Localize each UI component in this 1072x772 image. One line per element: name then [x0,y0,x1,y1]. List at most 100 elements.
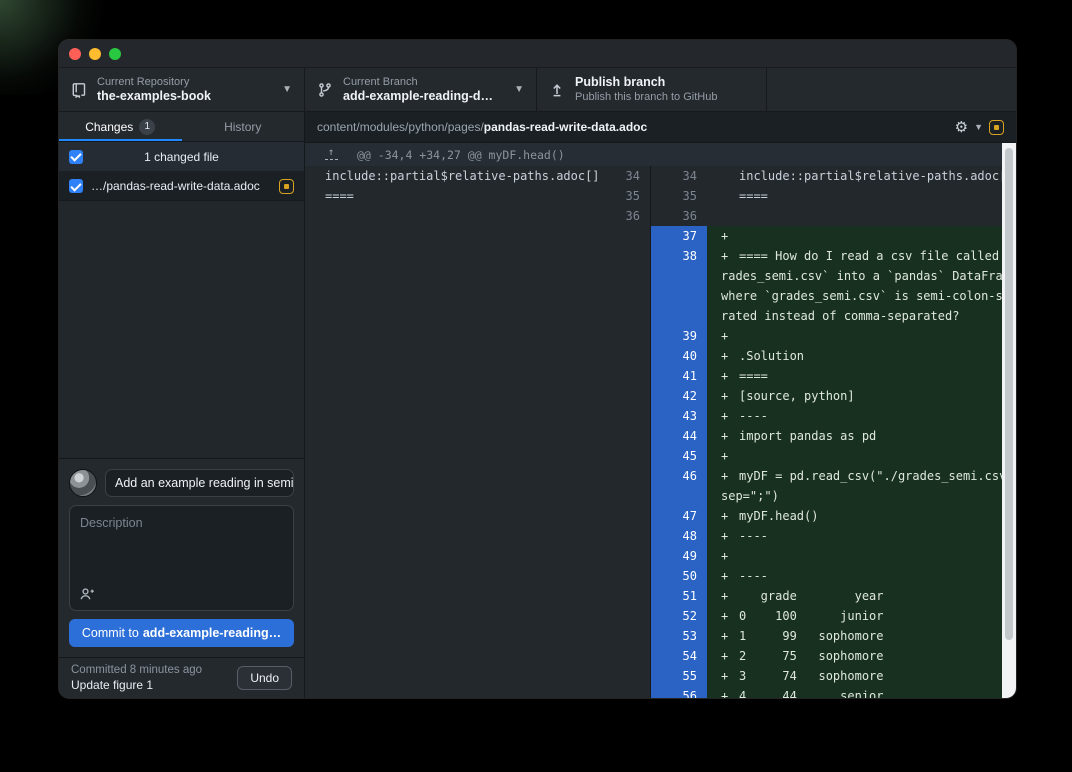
new-line-text: +---- [707,406,1002,426]
diff-row[interactable]: 44+import pandas as pd [305,426,1002,446]
minimize-window-button[interactable] [89,48,101,60]
diff-row[interactable]: 56+4 44 senior [305,686,1002,698]
new-line-number: 38 [650,246,707,266]
added-line-plus-sign: + [721,326,728,346]
branch-text: Current Branch add-example-reading-d… [343,76,508,104]
old-line-text [305,526,597,546]
diff-row[interactable]: 52+0 100 junior [305,606,1002,626]
current-branch-dropdown[interactable]: Current Branch add-example-reading-d… ▼ [305,68,537,111]
added-line-plus-sign: + [721,686,728,698]
diff-row[interactable]: 48+---- [305,526,1002,546]
commit-summary-input[interactable]: Add an example reading in semi-c [105,469,294,497]
diff-scrollbar-thumb[interactable] [1005,148,1013,640]
chevron-down-icon[interactable]: ▼ [974,122,983,132]
new-line-text: +0 100 junior [707,606,1002,626]
old-line-number [597,546,650,566]
old-line-number [597,246,650,266]
diff-header-actions: ⚙ ▼ [955,120,1004,135]
branch-name: add-example-reading-d… [343,89,508,104]
old-line-number [597,626,650,646]
old-line-text [305,566,597,586]
commit-description-input[interactable]: Description [69,505,294,611]
old-line-text [305,226,597,246]
diff-row[interactable]: 51+ grade year [305,586,1002,606]
old-line-number [597,466,650,486]
publish-branch-button[interactable]: Publish branch Publish this branch to Gi… [537,68,767,111]
diff-row[interactable]: 53+1 99 sophomore [305,626,1002,646]
added-line-plus-sign: + [721,226,728,246]
diff-row[interactable]: rades_semi.csv` into a `pandas` DataFram… [305,266,1002,286]
diff-row[interactable]: include::partial$relative-paths.adoc[]34… [305,166,1002,186]
diff-row[interactable]: 50+---- [305,566,1002,586]
main-content: Changes 1 History 1 changed file …/panda… [59,112,1016,698]
old-line-text [305,486,597,506]
new-line-number: 46 [650,466,707,486]
diff-row[interactable]: 3636 [305,206,1002,226]
old-line-text [305,466,597,486]
old-line-number [597,506,650,526]
diff-row[interactable]: sep=";") [305,486,1002,506]
new-line-number: 54 [650,646,707,666]
diff-row[interactable]: 39+ [305,326,1002,346]
diff-row[interactable]: 43+---- [305,406,1002,426]
old-line-text [305,266,597,286]
new-line-number: 47 [650,506,707,526]
new-line-text: +1 99 sophomore [707,626,1002,646]
diff-row[interactable]: rated instead of comma-separated? [305,306,1002,326]
diff-file-path-prefix: content/modules/python/pages/ [317,120,484,134]
commit-button[interactable]: Commit to add-example-reading… [69,619,294,647]
diff-row[interactable]: 49+ [305,546,1002,566]
new-line-number [650,486,707,506]
undo-commit-button[interactable]: Undo [237,666,292,690]
added-line-plus-sign: + [721,646,728,666]
diff-row[interactable]: 40+.Solution [305,346,1002,366]
old-line-number [597,486,650,506]
added-line-plus-sign: + [721,666,728,686]
changed-files-count: 1 changed file [59,150,304,164]
new-line-text: sep=";") [707,486,1002,506]
close-window-button[interactable] [69,48,81,60]
old-line-text [305,666,597,686]
diff-row[interactable]: where `grades_semi.csv` is semi-colon-se… [305,286,1002,306]
diff-options-gear-icon[interactable]: ⚙ [955,120,968,135]
diff-row[interactable]: 41+==== [305,366,1002,386]
diff-row[interactable]: 54+2 75 sophomore [305,646,1002,666]
diff-row[interactable]: 47+myDF.head() [305,506,1002,526]
new-line-number: 50 [650,566,707,586]
tab-changes[interactable]: Changes 1 [59,112,182,141]
diff-row[interactable]: 55+3 74 sophomore [305,666,1002,686]
diff-row[interactable]: 45+ [305,446,1002,466]
new-line-number: 43 [650,406,707,426]
commit-summary-value: Add an example reading in semi-c [115,476,294,490]
changed-file-row[interactable]: …/pandas-read-write-data.adoc [59,172,304,201]
new-line-text: +==== [707,366,1002,386]
zoom-window-button[interactable] [109,48,121,60]
new-line-text: +myDF.head() [707,506,1002,526]
window-titlebar[interactable] [59,40,1016,68]
current-repository-dropdown[interactable]: Current Repository the-examples-book ▼ [59,68,305,111]
diff-row[interactable]: 42+[source, python] [305,386,1002,406]
tab-history[interactable]: History [182,112,305,141]
old-line-text [305,246,597,266]
new-line-text [707,206,1002,226]
diff-row[interactable]: ====3535==== [305,186,1002,206]
old-line-number [597,426,650,446]
old-line-number [597,346,650,366]
diff-row[interactable]: 46+myDF = pd.read_csv("./grades_semi.csv… [305,466,1002,486]
repo-label: Current Repository [97,76,276,89]
last-commit-message: Update figure 1 [71,678,237,693]
commit-button-branch: add-example-reading… [143,626,281,640]
window-controls [69,48,121,60]
added-line-plus-sign: + [721,426,728,446]
diff-scrollbar-track[interactable] [1002,143,1016,698]
expand-hunk-icon[interactable]: ↑ [305,149,357,160]
file-checkbox[interactable] [69,179,83,193]
old-line-text [305,346,597,366]
add-coauthor-icon[interactable] [79,586,95,602]
new-line-number: 56 [650,686,707,698]
commit-summary-row: Add an example reading in semi-c [69,469,294,497]
added-line-plus-sign: + [721,626,728,646]
diff-row[interactable]: 38+==== How do I read a csv file called … [305,246,1002,266]
diff-body[interactable]: include::partial$relative-paths.adoc[]34… [305,166,1002,698]
diff-row[interactable]: 37+ [305,226,1002,246]
